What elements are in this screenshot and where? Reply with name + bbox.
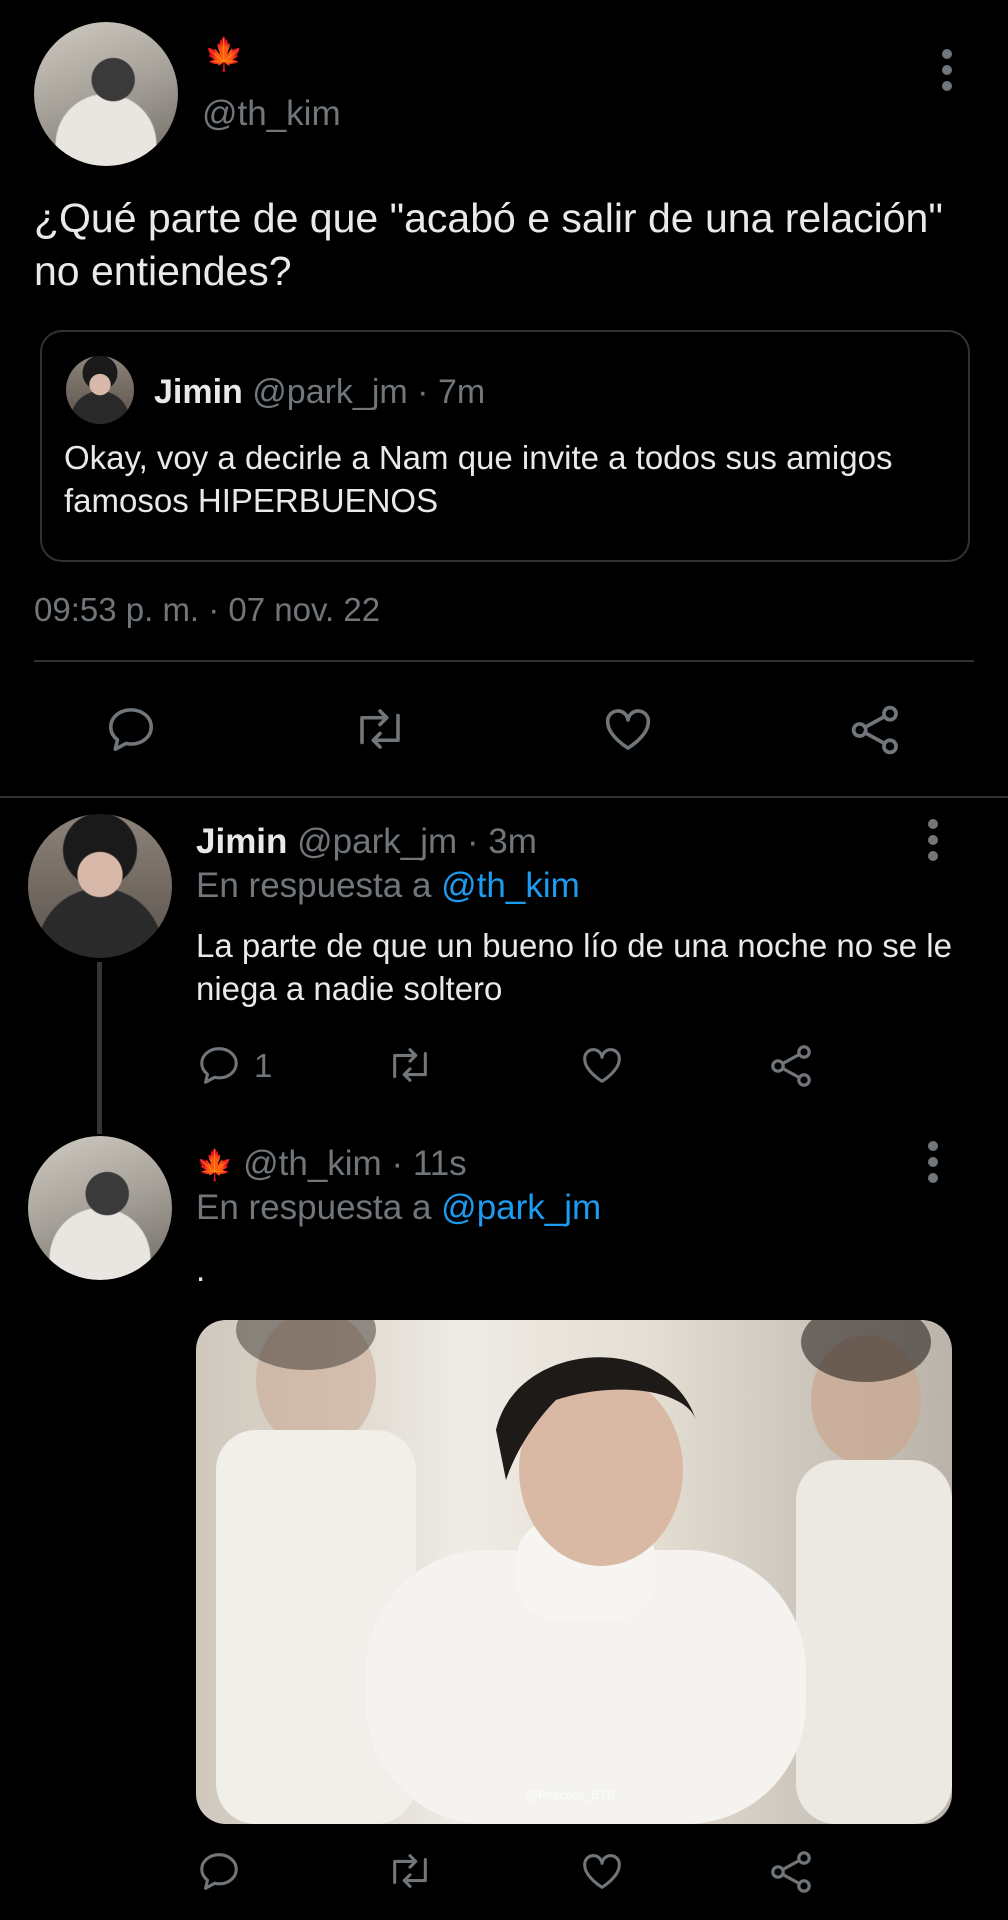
author-handle[interactable]: @th_kim <box>202 92 341 136</box>
more-vertical-icon[interactable] <box>918 1140 948 1184</box>
reply-icon[interactable] <box>196 1848 242 1894</box>
share-icon[interactable] <box>768 1042 816 1090</box>
retweet-icon[interactable] <box>350 702 410 756</box>
avatar-park-jm[interactable] <box>28 814 172 958</box>
reply-to-link[interactable]: @park_jm <box>441 1188 601 1227</box>
maple-leaf-icon: 🍁 <box>204 36 244 72</box>
more-vertical-icon[interactable] <box>918 818 948 862</box>
share-icon[interactable] <box>768 1848 816 1896</box>
media-watermark: @Peaches_BTS <box>526 1788 615 1802</box>
reply-to-link[interactable]: @th_kim <box>441 866 580 905</box>
like-icon[interactable] <box>600 702 656 756</box>
avatar-th-kim[interactable] <box>28 1136 172 1280</box>
quote-author-name: Jimin <box>154 373 243 411</box>
section-divider <box>0 796 1008 798</box>
like-icon[interactable] <box>578 1042 626 1088</box>
more-vertical-icon[interactable] <box>932 48 962 92</box>
divider <box>34 660 974 662</box>
reply-author-name[interactable]: Jimin <box>196 822 287 861</box>
thread-line <box>97 962 102 1134</box>
reply-context-label: En respuesta a <box>196 1188 432 1227</box>
quote-avatar <box>66 356 134 424</box>
reply-media-image[interactable]: @Peaches_BTS <box>196 1320 952 1824</box>
maple-leaf-icon: 🍁 <box>196 1149 234 1182</box>
tweet-text: ¿Qué parte de que "acabó e salir de una … <box>34 195 943 294</box>
quote-separator: · <box>417 373 429 411</box>
share-icon[interactable] <box>848 702 904 758</box>
reply-author-handle[interactable]: @park_jm <box>297 822 457 861</box>
reply-time: 11s <box>412 1144 467 1183</box>
retweet-icon[interactable] <box>384 1042 436 1088</box>
reply-author-handle[interactable]: @th_kim <box>243 1144 382 1183</box>
tweet-timestamp: 09:53 p. m. · 07 nov. 22 <box>34 591 381 628</box>
quote-time: 7m <box>437 373 486 411</box>
reply-separator: · <box>391 1144 404 1183</box>
quote-text: Okay, voy a decirle a Nam que invite a t… <box>64 439 893 519</box>
media-illustration <box>216 1320 952 1824</box>
reply-count: 1 <box>254 1047 273 1084</box>
reply-text: La parte de que un bueno lío de una noch… <box>196 927 952 1007</box>
reply-icon[interactable] <box>196 1042 242 1088</box>
reply-icon[interactable] <box>104 702 158 756</box>
quote-author-handle: @park_jm <box>252 373 408 411</box>
quote-tweet[interactable]: Jimin @park_jm · 7m Okay, voy a decirle … <box>40 330 970 562</box>
reply-separator: · <box>466 822 479 861</box>
retweet-icon[interactable] <box>384 1848 436 1894</box>
avatar-th-kim[interactable] <box>34 22 178 166</box>
reply-text: . <box>196 1251 206 1288</box>
reply-context-label: En respuesta a <box>196 866 432 905</box>
reply-time: 3m <box>488 822 537 861</box>
like-icon[interactable] <box>578 1848 626 1894</box>
